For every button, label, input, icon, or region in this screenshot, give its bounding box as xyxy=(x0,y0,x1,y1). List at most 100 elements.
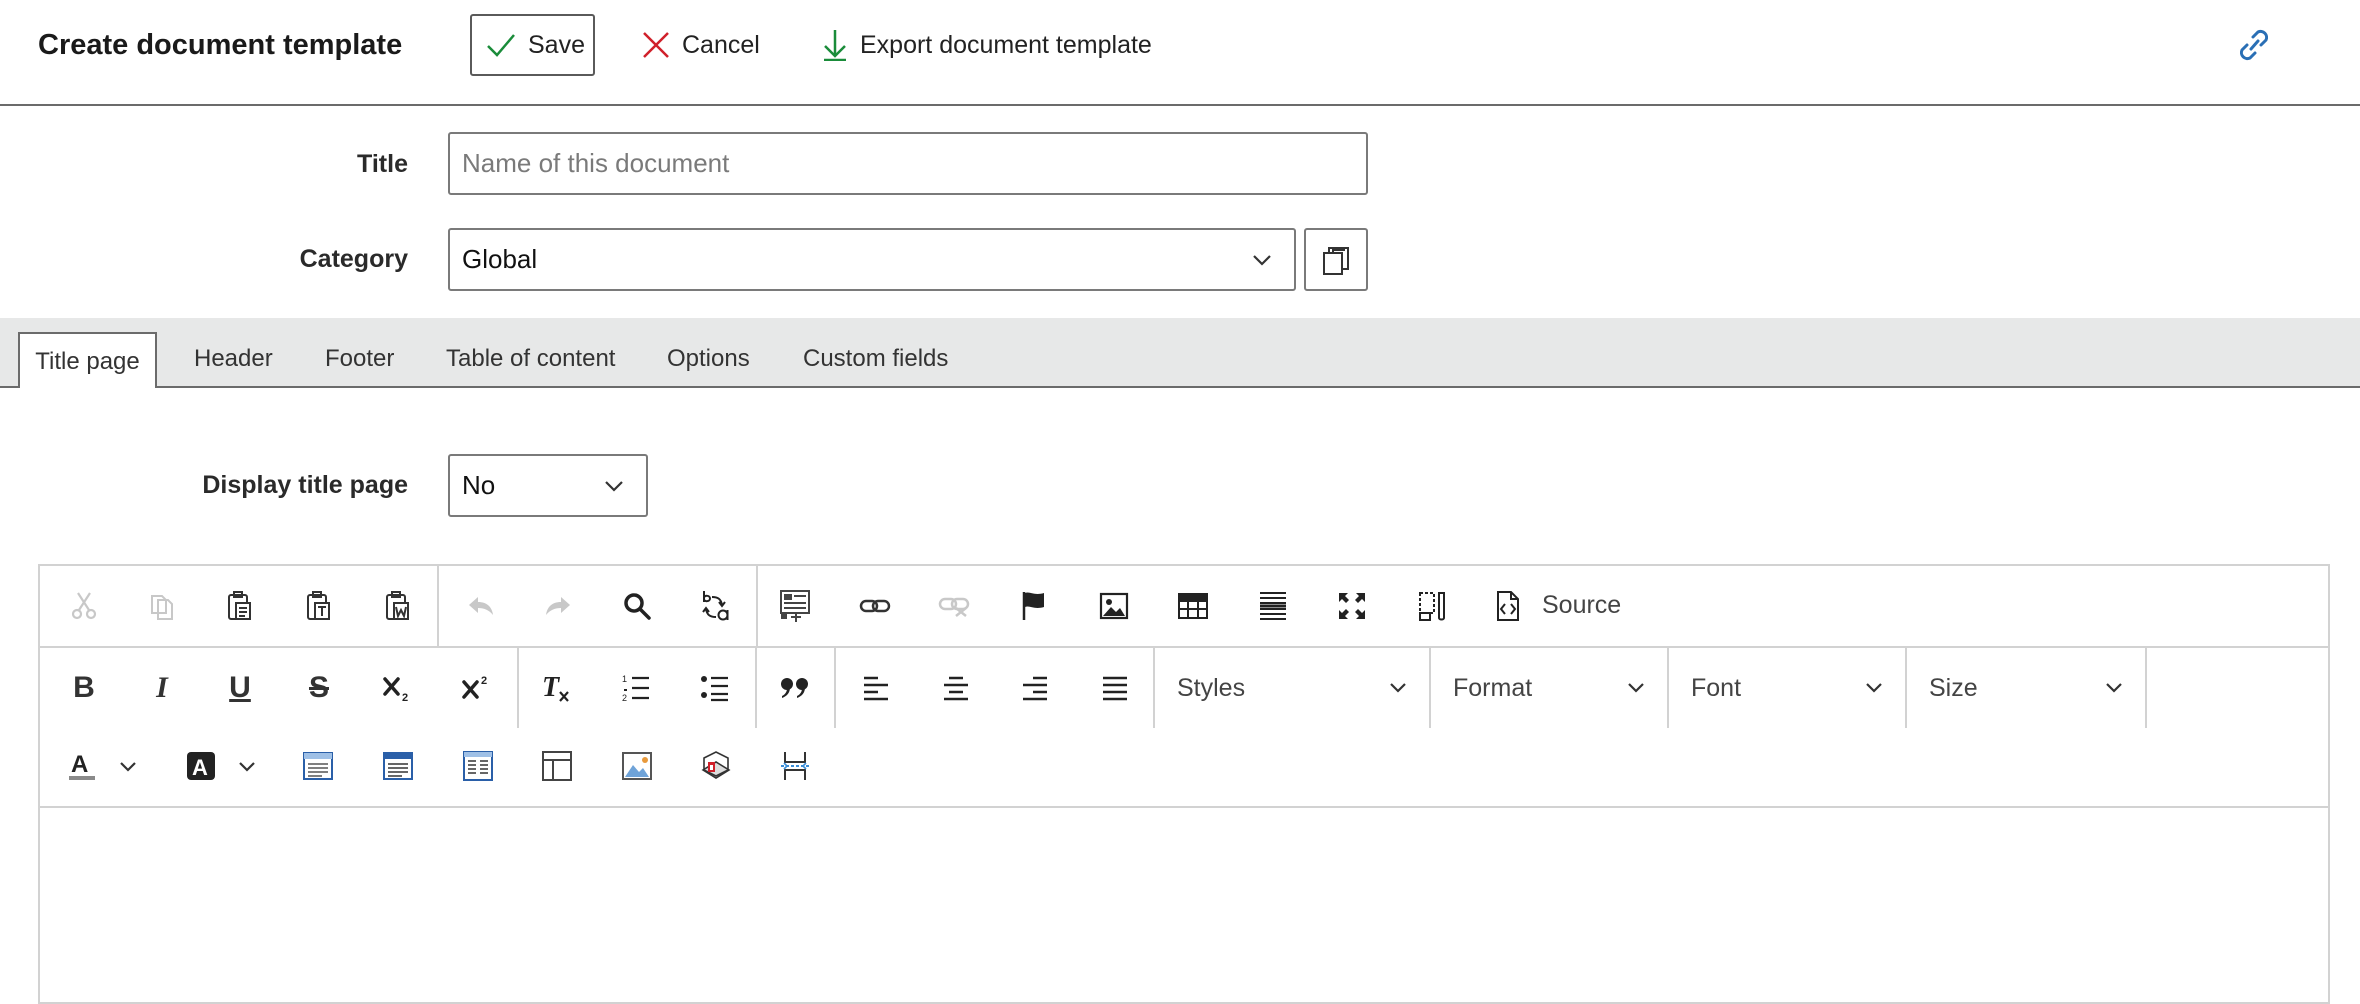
form-icon[interactable] xyxy=(775,586,815,626)
size-label: Size xyxy=(1929,673,1978,702)
tab-header[interactable]: Header xyxy=(194,332,273,386)
superscript-icon[interactable]: 2 xyxy=(457,668,497,708)
display-title-page-label: Display title page xyxy=(202,471,408,499)
close-icon xyxy=(642,31,682,59)
page-title: Create document template xyxy=(38,29,403,61)
copy-icon xyxy=(1322,244,1352,276)
category-value: Global xyxy=(462,244,538,274)
underline-icon[interactable]: U xyxy=(220,668,260,708)
tab-footer[interactable]: Footer xyxy=(325,332,394,386)
layout-icon[interactable] xyxy=(537,746,577,786)
svg-text:A: A xyxy=(192,755,208,780)
download-icon xyxy=(822,29,860,61)
table-icon[interactable] xyxy=(1173,586,1213,626)
toolbar-separator xyxy=(2145,648,2147,728)
template-footer-icon[interactable] xyxy=(378,746,418,786)
align-right-icon[interactable] xyxy=(1015,668,1055,708)
rich-text-editor: Source B I U S 2 2 T 12 Styles Format Fo… xyxy=(38,564,2330,1004)
maximize-icon[interactable] xyxy=(1332,586,1372,626)
replace-icon[interactable] xyxy=(696,586,736,626)
toolbar-separator xyxy=(756,566,758,648)
toolbar-separator xyxy=(834,648,836,728)
editor-content-area[interactable] xyxy=(40,808,2328,1004)
toolbar-separator xyxy=(517,648,519,728)
title-label: Title xyxy=(357,150,408,178)
align-left-icon[interactable] xyxy=(856,668,896,708)
chevron-down-icon xyxy=(604,480,624,492)
tab-custom-fields[interactable]: Custom fields xyxy=(803,332,948,386)
toolbar-separator xyxy=(755,648,757,728)
template-columns-icon[interactable] xyxy=(458,746,498,786)
chevron-down-icon xyxy=(1627,682,1645,693)
category-label: Category xyxy=(299,245,408,273)
export-button[interactable]: Export document template xyxy=(822,14,1152,76)
display-title-page-select[interactable]: No xyxy=(448,454,648,517)
align-center-icon[interactable] xyxy=(936,668,976,708)
remove-format-icon[interactable]: T xyxy=(536,668,576,708)
tab-table-of-content[interactable]: Table of content xyxy=(446,332,615,386)
paste-word-icon[interactable] xyxy=(378,586,418,626)
title-input[interactable] xyxy=(448,132,1368,195)
cut-icon[interactable] xyxy=(64,586,104,626)
page-header: Create document template Save Cancel Exp… xyxy=(0,0,2360,106)
format-label: Format xyxy=(1453,673,1533,702)
chart-icon[interactable] xyxy=(696,746,736,786)
chevron-down-icon xyxy=(1865,682,1883,693)
redo-icon[interactable] xyxy=(538,586,578,626)
numbered-list-icon[interactable]: 12 xyxy=(616,668,656,708)
page-break-icon[interactable] xyxy=(775,746,815,786)
horizontal-line-icon[interactable] xyxy=(1253,586,1293,626)
permalink-icon[interactable] xyxy=(2236,26,2272,64)
tab-bar: Title page Header Footer Table of conten… xyxy=(0,318,2360,388)
strikethrough-icon[interactable]: S xyxy=(299,668,339,708)
bulleted-list-icon[interactable] xyxy=(695,668,735,708)
cancel-button[interactable]: Cancel xyxy=(642,14,760,76)
source-icon[interactable] xyxy=(1488,586,1528,626)
svg-text:A: A xyxy=(71,751,88,778)
display-title-page-value: No xyxy=(462,470,496,500)
svg-text:T: T xyxy=(542,672,561,703)
save-label: Save xyxy=(528,30,585,59)
background-color-icon[interactable]: A xyxy=(181,746,221,786)
blockquote-icon[interactable] xyxy=(775,668,815,708)
font-dropdown[interactable]: Font xyxy=(1669,648,1905,728)
font-label: Font xyxy=(1691,673,1742,702)
svg-text:2: 2 xyxy=(481,675,487,687)
unlink-icon[interactable] xyxy=(934,586,974,626)
subscript-icon[interactable]: 2 xyxy=(378,668,418,708)
bold-icon[interactable]: B xyxy=(64,668,104,708)
source-label[interactable]: Source xyxy=(1542,591,1621,620)
styles-label: Styles xyxy=(1177,673,1246,702)
show-blocks-icon[interactable] xyxy=(1412,586,1452,626)
link-icon[interactable] xyxy=(855,586,895,626)
svg-text:2: 2 xyxy=(622,693,627,703)
save-button[interactable]: Save xyxy=(470,14,595,76)
paste-icon[interactable] xyxy=(220,586,260,626)
anchor-icon[interactable] xyxy=(1014,586,1054,626)
template-header-icon[interactable] xyxy=(298,746,338,786)
justify-icon[interactable] xyxy=(1095,668,1135,708)
text-color-dropdown-icon[interactable] xyxy=(108,746,148,786)
styles-dropdown[interactable]: Styles xyxy=(1155,648,1429,728)
category-manage-button[interactable] xyxy=(1304,228,1368,291)
svg-text:1: 1 xyxy=(622,674,627,684)
copy-icon[interactable] xyxy=(142,586,182,626)
image-placeholder-icon[interactable] xyxy=(617,746,657,786)
tab-options[interactable]: Options xyxy=(667,332,750,386)
size-dropdown[interactable]: Size xyxy=(1907,648,2145,728)
image-icon[interactable] xyxy=(1094,586,1134,626)
category-select[interactable]: Global xyxy=(448,228,1296,291)
check-icon xyxy=(486,32,528,58)
undo-icon[interactable] xyxy=(461,586,501,626)
paste-text-icon[interactable] xyxy=(299,586,339,626)
tab-title-page[interactable]: Title page xyxy=(18,332,157,388)
background-color-dropdown-icon[interactable] xyxy=(227,746,267,786)
format-dropdown[interactable]: Format xyxy=(1431,648,1667,728)
chevron-down-icon xyxy=(1252,254,1272,266)
text-color-icon[interactable]: A xyxy=(62,746,102,786)
find-icon[interactable] xyxy=(617,586,657,626)
editor-toolbar-row-3: A A xyxy=(40,728,2328,808)
chevron-down-icon xyxy=(2105,682,2123,693)
chevron-down-icon xyxy=(1389,682,1407,693)
italic-icon[interactable]: I xyxy=(142,668,182,708)
